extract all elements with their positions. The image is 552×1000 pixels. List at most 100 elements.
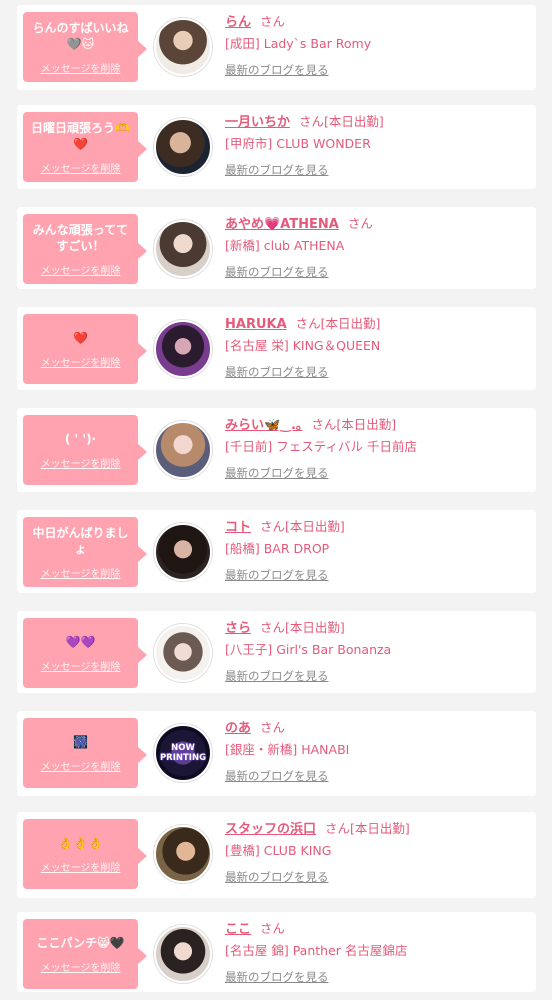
attendance-status: [本日出勤] — [324, 114, 384, 129]
message-text: 💜💜 — [65, 634, 96, 649]
avatar[interactable] — [154, 523, 212, 581]
cast-name-link[interactable]: らん — [225, 15, 251, 30]
avatar[interactable] — [154, 624, 212, 682]
entry-info: ここ さん [名古屋 錦] Panther 名古屋錦店 最新のブログを見る — [225, 918, 530, 985]
name-line: さら さん[本日出勤] — [225, 617, 530, 637]
message-text: みんな頑張っててすごい！ — [32, 222, 129, 253]
delete-message-link[interactable]: メッセージを削除 — [41, 262, 121, 277]
cast-name-link[interactable]: あやめ💗ATHENA — [225, 217, 339, 232]
message-text: らんのすばいいね🩶🐱 — [32, 20, 129, 51]
cast-name-link[interactable]: コト — [225, 520, 251, 535]
honorific-label: さん — [260, 720, 286, 735]
delete-message-link[interactable]: メッセージを削除 — [41, 354, 121, 369]
message-text: 中日がんばりましょ — [32, 525, 129, 556]
name-line: みらい🦋‿.｡ さん[本日出勤] — [225, 414, 530, 434]
delete-message-link[interactable]: メッセージを削除 — [41, 60, 121, 75]
shop-name: [新橋] club ATHENA — [225, 238, 345, 253]
message-text: 🎆 — [73, 734, 88, 749]
message-text: ( ' ')· — [64, 431, 97, 446]
delete-message-link[interactable]: メッセージを削除 — [41, 959, 121, 974]
cast-name-link[interactable]: 一月いちか — [225, 115, 290, 130]
name-line: スタッフの浜口 さん[本日出勤] — [225, 818, 530, 838]
avatar[interactable] — [154, 825, 212, 883]
shop-name: [千日前] フェスティバル 千日前店 — [225, 439, 417, 454]
avatar[interactable] — [154, 118, 212, 176]
latest-blog-link[interactable]: 最新のブログを見る — [225, 969, 329, 985]
entry-info: 一月いちか さん[本日出勤] [甲府市] CLUB WONDER 最新のブログを見る — [225, 111, 530, 178]
honorific-label: さん — [299, 114, 325, 129]
list-item: みんな頑張っててすごい！ メッセージを削除 あやめ💗ATHENA さん [新橋] clu… — [17, 207, 536, 289]
shop-name: [船橋] BAR DROP — [225, 541, 330, 556]
list-item: 中日がんばりましょメッセージを削除 コト さん[本日出勤] [船橋] BAR DROP… — [17, 510, 536, 593]
delete-message-link[interactable]: メッセージを削除 — [41, 758, 121, 773]
attendance-status: [本日出勤] — [336, 417, 397, 432]
cast-name-link[interactable]: ここ — [225, 922, 251, 937]
honorific-label: さん — [260, 14, 286, 29]
list-item: 👌👌👌 メッセージを削除 スタッフの浜口 さん[本日出勤] [豊橋] CLUB KING… — [17, 812, 536, 898]
message-bubble: ここパンチ😸🖤 メッセージを削除 — [23, 919, 147, 989]
cast-name-link[interactable]: のあ — [225, 721, 251, 736]
name-line: らん さん — [225, 11, 530, 31]
list-item: らんのすばいいね🩶🐱 メッセージを削除 らん さん [成田] Lady`s Bar Ro… — [17, 5, 536, 90]
cast-name-link[interactable]: スタッフの浜口 — [225, 822, 316, 837]
list-item: ( ' ')· メッセージを削除 みらい🦋‿.｡ さん[本日出勤] [千日前] フェステ… — [17, 408, 536, 492]
entry-info: みらい🦋‿.｡ さん[本日出勤] [千日前] フェスティバル 千日前店 最新のブログを… — [225, 414, 530, 481]
list-item: ここパンチ😸🖤 メッセージを削除 ここ さん [名古屋 錦] Panther 名古屋錦店… — [17, 912, 536, 992]
shop-name: [名古屋 錦] Panther 名古屋錦店 — [225, 943, 408, 958]
message-bubble: みんな頑張っててすごい！ メッセージを削除 — [23, 214, 147, 284]
name-line: HARUKA さん[本日出勤] — [225, 313, 530, 333]
list-item: 日曜日頑張ろう🫶❤️ メッセージを削除 一月いちか さん[本日出勤] [甲府市] CLU… — [17, 105, 536, 189]
name-line: のあ さん — [225, 717, 530, 737]
delete-message-link[interactable]: メッセージを削除 — [41, 455, 121, 470]
attendance-status: [本日出勤] — [320, 316, 381, 331]
list-item: 🎆 メッセージを削除 NOW PRINTING のあ さん [銀座・新橋] HANABI 最… — [17, 711, 536, 796]
name-line: コト さん[本日出勤] — [225, 516, 530, 536]
message-bubble: ❤️ メッセージを削除 — [23, 314, 147, 384]
delete-message-link[interactable]: メッセージを削除 — [41, 859, 121, 874]
message-bubble: 日曜日頑張ろう🫶❤️ メッセージを削除 — [23, 112, 147, 182]
avatar[interactable] — [154, 220, 212, 278]
latest-blog-link[interactable]: 最新のブログを見る — [225, 869, 329, 885]
avatar[interactable] — [154, 18, 212, 76]
message-bubble: らんのすばいいね🩶🐱 メッセージを削除 — [23, 12, 147, 82]
message-bubble: 👌👌👌 メッセージを削除 — [23, 819, 147, 889]
entry-info: さら さん[本日出勤] [八王子] Girl's Bar Bonanza 最新のブログ… — [225, 617, 530, 684]
cast-name-link[interactable]: みらい🦋‿.｡ — [225, 418, 302, 433]
cast-name-link[interactable]: HARUKA — [225, 317, 287, 332]
avatar[interactable]: NOW PRINTING — [154, 724, 212, 782]
shop-name: [豊橋] CLUB KING — [225, 843, 332, 858]
latest-blog-link[interactable]: 最新のブログを見る — [225, 62, 329, 78]
latest-blog-link[interactable]: 最新のブログを見る — [225, 668, 329, 684]
delete-message-link[interactable]: メッセージを削除 — [41, 565, 121, 580]
entry-info: HARUKA さん[本日出勤] [名古屋 栄] KING＆QUEEN 最新のブログを見… — [225, 313, 530, 380]
avatar[interactable] — [154, 925, 212, 983]
delete-message-link[interactable]: メッセージを削除 — [41, 658, 121, 673]
entry-info: あやめ💗ATHENA さん [新橋] club ATHENA 最新のブログを見る — [225, 213, 530, 280]
honorific-label: さん — [347, 216, 373, 231]
entry-info: らん さん [成田] Lady`s Bar Romy 最新のブログを見る — [225, 11, 530, 78]
avatar[interactable] — [154, 421, 212, 479]
entry-info: コト さん[本日出勤] [船橋] BAR DROP 最新のブログを見る — [225, 516, 530, 583]
latest-blog-link[interactable]: 最新のブログを見る — [225, 768, 329, 784]
delete-message-link[interactable]: メッセージを削除 — [41, 160, 121, 175]
list-item: 💜💜 メッセージを削除 さら さん[本日出勤] [八王子] Girl's Bar Bon… — [17, 611, 536, 693]
entry-info: スタッフの浜口 さん[本日出勤] [豊橋] CLUB KING 最新のブログを見る — [225, 818, 530, 885]
honorific-label: さん — [260, 519, 286, 534]
latest-blog-link[interactable]: 最新のブログを見る — [225, 364, 329, 380]
shop-name: [八王子] Girl's Bar Bonanza — [225, 642, 392, 657]
latest-blog-link[interactable]: 最新のブログを見る — [225, 264, 329, 280]
message-bubble: 🎆 メッセージを削除 — [23, 718, 147, 788]
shop-name: [名古屋 栄] KING＆QUEEN — [225, 338, 381, 353]
honorific-label: さん — [325, 821, 351, 836]
honorific-label: さん — [260, 921, 286, 936]
name-line: 一月いちか さん[本日出勤] — [225, 111, 530, 131]
shop-name: [銀座・新橋] HANABI — [225, 742, 350, 757]
attendance-status: [本日出勤] — [350, 821, 410, 836]
avatar[interactable] — [154, 320, 212, 378]
honorific-label: さん — [295, 316, 321, 331]
latest-blog-link[interactable]: 最新のブログを見る — [225, 162, 329, 178]
message-bubble: ( ' ')· メッセージを削除 — [23, 415, 147, 485]
cast-name-link[interactable]: さら — [225, 621, 251, 636]
latest-blog-link[interactable]: 最新のブログを見る — [225, 567, 329, 583]
latest-blog-link[interactable]: 最新のブログを見る — [225, 465, 329, 481]
